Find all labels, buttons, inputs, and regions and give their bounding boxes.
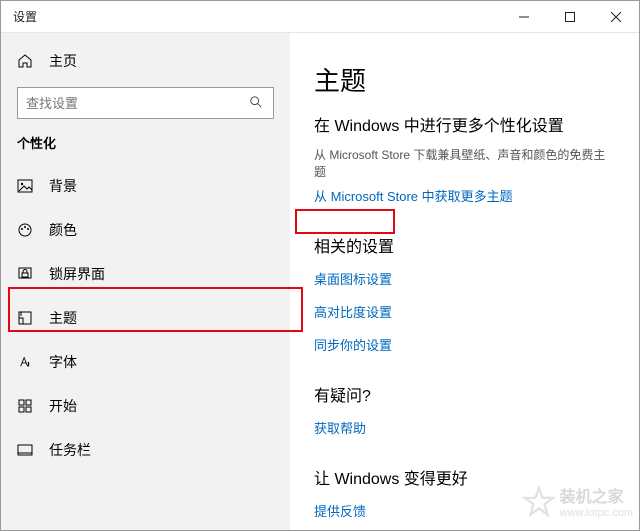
- picture-icon: [17, 178, 33, 194]
- home-icon: [17, 53, 33, 69]
- home-button[interactable]: 主页: [1, 43, 290, 79]
- feedback-group: 让 Windows 变得更好 提供反馈: [314, 465, 615, 520]
- taskbar-icon: [17, 442, 33, 458]
- sidebar-item-label: 主题: [49, 308, 77, 328]
- sidebar-item-label: 开始: [49, 396, 77, 416]
- link-high-contrast[interactable]: 高对比度设置: [314, 302, 615, 321]
- titlebar: 设置: [1, 1, 639, 33]
- search-field[interactable]: [26, 96, 249, 111]
- close-button[interactable]: [593, 1, 639, 33]
- feedback-title: 让 Windows 变得更好: [314, 465, 615, 489]
- help-title: 有疑问?: [314, 382, 615, 406]
- home-label: 主页: [49, 51, 77, 71]
- help-group: 有疑问? 获取帮助: [314, 382, 615, 437]
- related-title: 相关的设置: [314, 233, 615, 257]
- sidebar-item-label: 背景: [49, 176, 77, 196]
- section-description: 从 Microsoft Store 下载兼具壁纸、声音和颜色的免费主题: [314, 146, 615, 180]
- content-area: 主页 个性化 背景 颜色 锁屏界面 主题 字体: [1, 33, 639, 530]
- start-icon: [17, 398, 33, 414]
- sidebar-item-label: 锁屏界面: [49, 264, 105, 284]
- link-get-help[interactable]: 获取帮助: [314, 418, 615, 437]
- theme-icon: [17, 310, 33, 326]
- main-panel: 主题 在 Windows 中进行更多个性化设置 从 Microsoft Stor…: [290, 33, 639, 530]
- sidebar-item-label: 颜色: [49, 220, 77, 240]
- sidebar-item-lockscreen[interactable]: 锁屏界面: [1, 252, 290, 296]
- palette-icon: [17, 222, 33, 238]
- sidebar-item-taskbar[interactable]: 任务栏: [1, 428, 290, 472]
- link-desktop-icons[interactable]: 桌面图标设置: [314, 269, 615, 288]
- link-sync-settings[interactable]: 同步你的设置: [314, 335, 615, 354]
- sidebar-item-start[interactable]: 开始: [1, 384, 290, 428]
- link-feedback[interactable]: 提供反馈: [314, 501, 615, 520]
- page-title: 主题: [314, 61, 615, 98]
- lock-screen-icon: [17, 266, 33, 282]
- sidebar-item-label: 任务栏: [49, 440, 91, 460]
- section-heading: 在 Windows 中进行更多个性化设置: [314, 112, 615, 136]
- window-title: 设置: [13, 8, 37, 25]
- maximize-button[interactable]: [547, 1, 593, 33]
- related-settings-group: 相关的设置 桌面图标设置 高对比度设置 同步你的设置: [314, 233, 615, 354]
- sidebar-item-label: 字体: [49, 352, 77, 372]
- category-label: 个性化: [1, 133, 290, 164]
- sidebar-item-fonts[interactable]: 字体: [1, 340, 290, 384]
- sidebar-item-background[interactable]: 背景: [1, 164, 290, 208]
- search-icon: [249, 95, 265, 111]
- sidebar-item-colors[interactable]: 颜色: [1, 208, 290, 252]
- sidebar-item-themes[interactable]: 主题: [1, 296, 290, 340]
- minimize-button[interactable]: [501, 1, 547, 33]
- sidebar: 主页 个性化 背景 颜色 锁屏界面 主题 字体: [1, 33, 290, 530]
- font-icon: [17, 354, 33, 370]
- search-input[interactable]: [17, 87, 274, 119]
- store-link[interactable]: 从 Microsoft Store 中获取更多主题: [314, 186, 615, 205]
